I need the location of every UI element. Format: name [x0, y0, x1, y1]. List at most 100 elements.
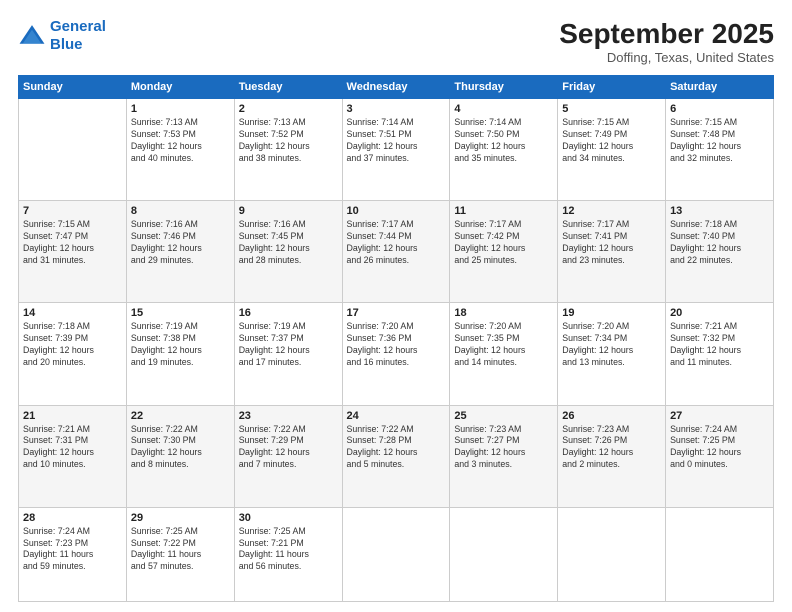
col-header-monday: Monday: [126, 76, 234, 99]
day-cell: 21 Sunrise: 7:21 AM Sunset: 7:31 PM Dayli…: [19, 405, 127, 507]
day-info: Sunrise: 7:20 AM Sunset: 7:36 PM Dayligh…: [347, 321, 446, 369]
col-header-wednesday: Wednesday: [342, 76, 450, 99]
day-cell: 4 Sunrise: 7:14 AM Sunset: 7:50 PM Daylig…: [450, 99, 558, 201]
col-header-sunday: Sunday: [19, 76, 127, 99]
day-cell: 2Sunrise: 7:13 AM Sunset: 7:52 PM Daylig…: [234, 99, 342, 201]
day-number: 19: [562, 307, 661, 319]
day-number: 18: [454, 307, 553, 319]
day-cell: 28 Sunrise: 7:24 AM Sunset: 7:23 PM Dayli…: [19, 507, 127, 601]
day-info: Sunrise: 7:18 AM Sunset: 7:40 PM Dayligh…: [670, 219, 769, 267]
day-cell: 7 Sunrise: 7:15 AM Sunset: 7:47 PM Daylig…: [19, 201, 127, 303]
day-number: 11: [454, 205, 553, 217]
day-cell: [666, 507, 774, 601]
day-number: 16: [239, 307, 338, 319]
week-row-2: 7 Sunrise: 7:15 AM Sunset: 7:47 PM Daylig…: [19, 201, 774, 303]
day-info: Sunrise: 7:13 AM Sunset: 7:53 PM Dayligh…: [131, 117, 230, 165]
day-info: Sunrise: 7:14 AM Sunset: 7:51 PM Dayligh…: [347, 117, 446, 165]
day-cell: 25 Sunrise: 7:23 AM Sunset: 7:27 PM Dayli…: [450, 405, 558, 507]
day-cell: [19, 99, 127, 201]
day-cell: 16 Sunrise: 7:19 AM Sunset: 7:37 PM Dayli…: [234, 303, 342, 405]
day-number: 28: [23, 512, 122, 524]
page: General Blue September 2025 Doffing, Tex…: [0, 0, 792, 612]
col-header-saturday: Saturday: [666, 76, 774, 99]
col-header-friday: Friday: [558, 76, 666, 99]
day-cell: 10Sunrise: 7:17 AM Sunset: 7:44 PM Dayli…: [342, 201, 450, 303]
day-number: 8: [131, 205, 230, 217]
day-cell: 29Sunrise: 7:25 AM Sunset: 7:22 PM Dayli…: [126, 507, 234, 601]
day-info: Sunrise: 7:16 AM Sunset: 7:46 PM Dayligh…: [131, 219, 230, 267]
day-number: 7: [23, 205, 122, 217]
day-info: Sunrise: 7:22 AM Sunset: 7:30 PM Dayligh…: [131, 424, 230, 472]
day-cell: 27Sunrise: 7:24 AM Sunset: 7:25 PM Dayli…: [666, 405, 774, 507]
day-info: Sunrise: 7:15 AM Sunset: 7:47 PM Dayligh…: [23, 219, 122, 267]
subtitle: Doffing, Texas, United States: [559, 50, 774, 65]
day-cell: 5 Sunrise: 7:15 AM Sunset: 7:49 PM Daylig…: [558, 99, 666, 201]
day-number: 24: [347, 410, 446, 422]
day-number: 12: [562, 205, 661, 217]
day-number: 25: [454, 410, 553, 422]
day-number: 30: [239, 512, 338, 524]
day-info: Sunrise: 7:18 AM Sunset: 7:39 PM Dayligh…: [23, 321, 122, 369]
day-info: Sunrise: 7:15 AM Sunset: 7:49 PM Dayligh…: [562, 117, 661, 165]
day-number: 26: [562, 410, 661, 422]
day-info: Sunrise: 7:19 AM Sunset: 7:38 PM Dayligh…: [131, 321, 230, 369]
day-number: 20: [670, 307, 769, 319]
day-number: 27: [670, 410, 769, 422]
day-number: 15: [131, 307, 230, 319]
day-info: Sunrise: 7:22 AM Sunset: 7:28 PM Dayligh…: [347, 424, 446, 472]
week-row-4: 21 Sunrise: 7:21 AM Sunset: 7:31 PM Dayli…: [19, 405, 774, 507]
day-info: Sunrise: 7:23 AM Sunset: 7:27 PM Dayligh…: [454, 424, 553, 472]
logo-icon: [18, 22, 46, 50]
day-cell: 15 Sunrise: 7:19 AM Sunset: 7:38 PM Dayli…: [126, 303, 234, 405]
week-row-1: 1 Sunrise: 7:13 AM Sunset: 7:53 PM Daylig…: [19, 99, 774, 201]
day-info: Sunrise: 7:19 AM Sunset: 7:37 PM Dayligh…: [239, 321, 338, 369]
col-header-thursday: Thursday: [450, 76, 558, 99]
logo-blue: Blue: [50, 36, 83, 53]
day-number: 1: [131, 103, 230, 115]
day-cell: 20 Sunrise: 7:21 AM Sunset: 7:32 PM Dayli…: [666, 303, 774, 405]
day-cell: 22 Sunrise: 7:22 AM Sunset: 7:30 PM Dayli…: [126, 405, 234, 507]
day-number: 14: [23, 307, 122, 319]
day-cell: 26 Sunrise: 7:23 AM Sunset: 7:26 PM Dayli…: [558, 405, 666, 507]
day-number: 10: [347, 205, 446, 217]
day-info: Sunrise: 7:21 AM Sunset: 7:32 PM Dayligh…: [670, 321, 769, 369]
day-info: Sunrise: 7:24 AM Sunset: 7:23 PM Dayligh…: [23, 526, 122, 574]
day-number: 23: [239, 410, 338, 422]
day-cell: 3 Sunrise: 7:14 AM Sunset: 7:51 PM Daylig…: [342, 99, 450, 201]
day-number: 2: [239, 103, 338, 115]
logo: General Blue: [18, 18, 106, 54]
day-info: Sunrise: 7:23 AM Sunset: 7:26 PM Dayligh…: [562, 424, 661, 472]
day-cell: 23Sunrise: 7:22 AM Sunset: 7:29 PM Dayli…: [234, 405, 342, 507]
day-number: 3: [347, 103, 446, 115]
logo-general: General: [50, 18, 106, 35]
day-cell: 30 Sunrise: 7:25 AM Sunset: 7:21 PM Dayli…: [234, 507, 342, 601]
day-info: Sunrise: 7:16 AM Sunset: 7:45 PM Dayligh…: [239, 219, 338, 267]
day-number: 4: [454, 103, 553, 115]
day-info: Sunrise: 7:25 AM Sunset: 7:21 PM Dayligh…: [239, 526, 338, 574]
day-number: 13: [670, 205, 769, 217]
day-cell: 17 Sunrise: 7:20 AM Sunset: 7:36 PM Dayli…: [342, 303, 450, 405]
day-cell: 14 Sunrise: 7:18 AM Sunset: 7:39 PM Dayli…: [19, 303, 127, 405]
day-info: Sunrise: 7:17 AM Sunset: 7:41 PM Dayligh…: [562, 219, 661, 267]
day-info: Sunrise: 7:21 AM Sunset: 7:31 PM Dayligh…: [23, 424, 122, 472]
day-cell: 18 Sunrise: 7:20 AM Sunset: 7:35 PM Dayli…: [450, 303, 558, 405]
day-cell: 9Sunrise: 7:16 AM Sunset: 7:45 PM Daylig…: [234, 201, 342, 303]
day-cell: 6Sunrise: 7:15 AM Sunset: 7:48 PM Daylig…: [666, 99, 774, 201]
day-cell: 24 Sunrise: 7:22 AM Sunset: 7:28 PM Dayli…: [342, 405, 450, 507]
day-info: Sunrise: 7:17 AM Sunset: 7:42 PM Dayligh…: [454, 219, 553, 267]
day-number: 17: [347, 307, 446, 319]
day-info: Sunrise: 7:20 AM Sunset: 7:35 PM Dayligh…: [454, 321, 553, 369]
logo-text: General Blue: [50, 18, 106, 54]
day-cell: 19Sunrise: 7:20 AM Sunset: 7:34 PM Dayli…: [558, 303, 666, 405]
day-info: Sunrise: 7:25 AM Sunset: 7:22 PM Dayligh…: [131, 526, 230, 574]
day-number: 5: [562, 103, 661, 115]
day-number: 21: [23, 410, 122, 422]
main-title: September 2025: [559, 18, 774, 50]
day-cell: [450, 507, 558, 601]
week-row-5: 28 Sunrise: 7:24 AM Sunset: 7:23 PM Dayli…: [19, 507, 774, 601]
day-cell: [342, 507, 450, 601]
header: General Blue September 2025 Doffing, Tex…: [18, 18, 774, 65]
day-number: 22: [131, 410, 230, 422]
day-info: Sunrise: 7:14 AM Sunset: 7:50 PM Dayligh…: [454, 117, 553, 165]
day-number: 6: [670, 103, 769, 115]
